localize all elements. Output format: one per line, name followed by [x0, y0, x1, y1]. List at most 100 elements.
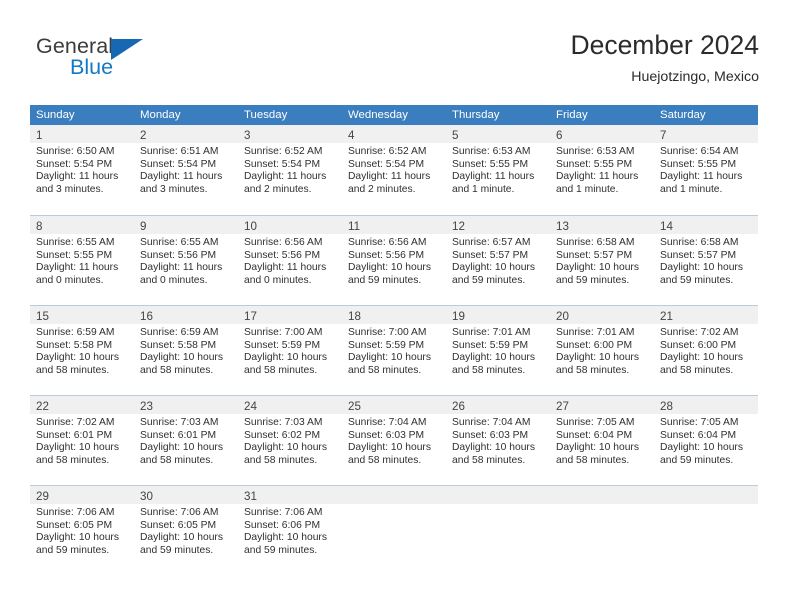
day-number: 7	[660, 129, 667, 142]
daylight-duration-line1: Daylight: 11 hours	[452, 171, 535, 183]
calendar-day-cell[interactable]: 18 Sunrise: 7:00 AM Sunset: 5:59 PM Dayligh…	[342, 305, 446, 395]
day-cell-inner: 17 Sunrise: 7:00 AM Sunset: 5:59 PM Dayligh…	[238, 305, 342, 395]
sunset-time: Sunset: 5:55 PM	[452, 158, 529, 170]
sunrise-time: Sunrise: 6:56 AM	[244, 237, 323, 248]
calendar-day-cell[interactable]: 4 Sunrise: 6:52 AM Sunset: 5:54 PM Daylight…	[342, 125, 446, 215]
calendar-day-cell[interactable]: 24 Sunrise: 7:03 AM Sunset: 6:02 PM Dayligh…	[238, 395, 342, 485]
sunrise-time: Sunrise: 7:03 AM	[244, 417, 323, 428]
day-number-bar: 28	[654, 396, 758, 414]
calendar-day-cell[interactable]: 20 Sunrise: 7:01 AM Sunset: 6:00 PM Dayligh…	[550, 305, 654, 395]
daylight-duration-line1: Daylight: 11 hours	[36, 171, 119, 183]
day-cell-inner: 28 Sunrise: 7:05 AM Sunset: 6:04 PM Dayligh…	[654, 395, 758, 485]
day-number-bar: 20	[550, 306, 654, 324]
sunrise-time: Sunrise: 7:04 AM	[348, 417, 427, 428]
calendar-day-cell[interactable]: 26 Sunrise: 7:04 AM Sunset: 6:03 PM Dayligh…	[446, 395, 550, 485]
calendar-day-cell[interactable]: 7 Sunrise: 6:54 AM Sunset: 5:55 PM Daylight…	[654, 125, 758, 215]
day-number: 17	[244, 310, 257, 323]
daylight-duration-line1: Daylight: 10 hours	[660, 352, 743, 364]
day-cell-inner: 11 Sunrise: 6:56 AM Sunset: 5:56 PM Dayligh…	[342, 215, 446, 305]
calendar-day-cell[interactable]: 31 Sunrise: 7:06 AM Sunset: 6:06 PM Dayligh…	[238, 485, 342, 575]
calendar-day-cell[interactable]: 29 Sunrise: 7:06 AM Sunset: 6:05 PM Dayligh…	[30, 485, 134, 575]
calendar-day-cell[interactable]: 22 Sunrise: 7:02 AM Sunset: 6:01 PM Dayligh…	[30, 395, 134, 485]
calendar-day-cell[interactable]: 9 Sunrise: 6:55 AM Sunset: 5:56 PM Daylight…	[134, 215, 238, 305]
day-cell-inner: 24 Sunrise: 7:03 AM Sunset: 6:02 PM Dayligh…	[238, 395, 342, 485]
day-number: 13	[556, 220, 569, 233]
logo-text-blue: Blue	[70, 55, 114, 79]
daylight-duration-line2: and 58 minutes.	[452, 454, 526, 466]
day-number: 10	[244, 220, 257, 233]
general-blue-logo[interactable]: General Blue	[36, 34, 206, 90]
calendar-day-cell[interactable]: 2 Sunrise: 6:51 AM Sunset: 5:54 PM Daylight…	[134, 125, 238, 215]
month-calendar: Sunday Monday Tuesday Wednesday Thursday…	[30, 105, 758, 575]
calendar-day-cell[interactable]: 27 Sunrise: 7:05 AM Sunset: 6:04 PM Dayligh…	[550, 395, 654, 485]
sunrise-time: Sunrise: 7:02 AM	[660, 327, 739, 338]
calendar-day-cell[interactable]: 8 Sunrise: 6:55 AM Sunset: 5:55 PM Daylight…	[30, 215, 134, 305]
daylight-duration-line2: and 58 minutes.	[660, 364, 734, 376]
calendar-day-cell[interactable]: 10 Sunrise: 6:56 AM Sunset: 5:56 PM Dayligh…	[238, 215, 342, 305]
weekday-header-friday: Friday	[550, 105, 654, 125]
calendar-day-cell[interactable]: 13 Sunrise: 6:58 AM Sunset: 5:57 PM Dayligh…	[550, 215, 654, 305]
day-number-bar: 26	[446, 396, 550, 414]
calendar-day-cell[interactable]: 28 Sunrise: 7:05 AM Sunset: 6:04 PM Dayligh…	[654, 395, 758, 485]
daylight-duration-line1: Daylight: 11 hours	[140, 171, 223, 183]
day-sun-info: Sunrise: 6:58 AM Sunset: 5:57 PM Daylight:…	[654, 234, 758, 287]
calendar-day-cell[interactable]: 3 Sunrise: 6:52 AM Sunset: 5:54 PM Daylight…	[238, 125, 342, 215]
sunset-time: Sunset: 5:54 PM	[140, 158, 217, 170]
calendar-day-cell[interactable]: 23 Sunrise: 7:03 AM Sunset: 6:01 PM Dayligh…	[134, 395, 238, 485]
day-cell-inner: 4 Sunrise: 6:52 AM Sunset: 5:54 PM Daylight…	[342, 125, 446, 215]
day-sun-info: Sunrise: 6:55 AM Sunset: 5:55 PM Daylight:…	[30, 234, 134, 287]
day-number-bar: 2	[134, 125, 238, 143]
sunrise-time: Sunrise: 7:05 AM	[660, 417, 739, 428]
calendar-day-cell[interactable]: 19 Sunrise: 7:01 AM Sunset: 5:59 PM Dayligh…	[446, 305, 550, 395]
daylight-duration-line1: Daylight: 10 hours	[348, 262, 431, 274]
daylight-duration-line2: and 1 minute.	[452, 183, 515, 195]
calendar-day-cell[interactable]: 12 Sunrise: 6:57 AM Sunset: 5:57 PM Dayligh…	[446, 215, 550, 305]
day-sun-info: Sunrise: 7:06 AM Sunset: 6:05 PM Daylight:…	[30, 504, 134, 557]
sunrise-time: Sunrise: 6:57 AM	[452, 237, 531, 248]
day-number-bar: 4	[342, 125, 446, 143]
day-number: 20	[556, 310, 569, 323]
daylight-duration-line1: Daylight: 10 hours	[660, 262, 743, 274]
daylight-duration-line1: Daylight: 10 hours	[348, 352, 431, 364]
calendar-day-cell[interactable]: 21 Sunrise: 7:02 AM Sunset: 6:00 PM Dayligh…	[654, 305, 758, 395]
day-number-bar: 9	[134, 216, 238, 234]
day-sun-info: Sunrise: 7:03 AM Sunset: 6:01 PM Daylight:…	[134, 414, 238, 467]
daylight-duration-line2: and 59 minutes.	[140, 544, 214, 556]
daylight-duration-line2: and 58 minutes.	[348, 364, 422, 376]
day-number-bar: 30	[134, 486, 238, 504]
day-number-bar	[654, 486, 758, 504]
day-number-bar: 29	[30, 486, 134, 504]
day-cell-inner: 29 Sunrise: 7:06 AM Sunset: 6:05 PM Dayligh…	[30, 485, 134, 575]
calendar-day-cell[interactable]: 30 Sunrise: 7:06 AM Sunset: 6:05 PM Dayligh…	[134, 485, 238, 575]
day-number: 2	[140, 129, 147, 142]
calendar-day-cell[interactable]: 6 Sunrise: 6:53 AM Sunset: 5:55 PM Daylight…	[550, 125, 654, 215]
daylight-duration-line2: and 59 minutes.	[452, 274, 526, 286]
calendar-day-cell[interactable]: 11 Sunrise: 6:56 AM Sunset: 5:56 PM Dayligh…	[342, 215, 446, 305]
calendar-day-cell[interactable]: 15 Sunrise: 6:59 AM Sunset: 5:58 PM Dayligh…	[30, 305, 134, 395]
calendar-day-cell	[342, 485, 446, 575]
day-number: 12	[452, 220, 465, 233]
calendar-day-cell[interactable]: 14 Sunrise: 6:58 AM Sunset: 5:57 PM Dayligh…	[654, 215, 758, 305]
day-cell-inner: 20 Sunrise: 7:01 AM Sunset: 6:00 PM Dayligh…	[550, 305, 654, 395]
sunrise-time: Sunrise: 6:50 AM	[36, 146, 115, 157]
calendar-day-cell[interactable]: 16 Sunrise: 6:59 AM Sunset: 5:58 PM Dayligh…	[134, 305, 238, 395]
weekday-header-monday: Monday	[134, 105, 238, 125]
day-sun-info: Sunrise: 6:56 AM Sunset: 5:56 PM Daylight:…	[238, 234, 342, 287]
daylight-duration-line2: and 59 minutes.	[36, 544, 110, 556]
day-number-bar	[342, 486, 446, 504]
day-number-bar	[446, 486, 550, 504]
calendar-day-cell[interactable]: 25 Sunrise: 7:04 AM Sunset: 6:03 PM Dayligh…	[342, 395, 446, 485]
day-number: 8	[36, 220, 43, 233]
calendar-day-cell[interactable]: 17 Sunrise: 7:00 AM Sunset: 5:59 PM Dayligh…	[238, 305, 342, 395]
sunset-time: Sunset: 6:01 PM	[36, 429, 113, 441]
day-sun-info: Sunrise: 6:55 AM Sunset: 5:56 PM Daylight:…	[134, 234, 238, 287]
day-cell-inner: 8 Sunrise: 6:55 AM Sunset: 5:55 PM Daylight…	[30, 215, 134, 305]
daylight-duration-line1: Daylight: 11 hours	[660, 171, 743, 183]
daylight-duration-line2: and 58 minutes.	[244, 454, 318, 466]
day-sun-info: Sunrise: 7:04 AM Sunset: 6:03 PM Daylight:…	[446, 414, 550, 467]
day-sun-info: Sunrise: 7:06 AM Sunset: 6:06 PM Daylight:…	[238, 504, 342, 557]
calendar-day-cell[interactable]: 5 Sunrise: 6:53 AM Sunset: 5:55 PM Daylight…	[446, 125, 550, 215]
day-cell-inner: 15 Sunrise: 6:59 AM Sunset: 5:58 PM Dayligh…	[30, 305, 134, 395]
calendar-day-cell[interactable]: 1 Sunrise: 6:50 AM Sunset: 5:54 PM Daylight…	[30, 125, 134, 215]
sunrise-time: Sunrise: 7:00 AM	[348, 327, 427, 338]
